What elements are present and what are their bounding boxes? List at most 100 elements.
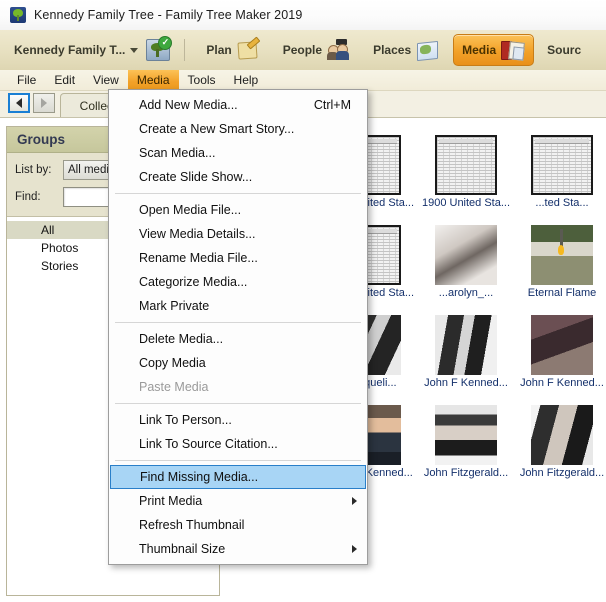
menu-item-copy-media[interactable]: Copy Media (109, 351, 367, 375)
menu-item-label: Mark Private (139, 299, 209, 313)
media-item[interactable]: ...ted Sta... (514, 122, 606, 212)
menu-item-print-media[interactable]: Print Media (109, 489, 367, 513)
media-caption: John Fitzgerald... (424, 467, 508, 480)
find-label: Find: (15, 191, 63, 203)
application-window: Kennedy Family Tree - Family Tree Maker … (0, 0, 606, 602)
menu-item-open-media-file[interactable]: Open Media File... (109, 198, 367, 222)
media-item[interactable]: John Fitzgerald... (514, 392, 606, 482)
menu-item-label: Thumbnail Size (139, 542, 225, 556)
menu-item-label: Print Media (139, 494, 202, 508)
media-dropdown-menu: Add New Media... Ctrl+M Create a New Sma… (108, 89, 368, 565)
media-caption: John F Kenned... (424, 377, 508, 390)
menu-media[interactable]: Media (128, 70, 179, 90)
plan-icon (237, 39, 261, 61)
menu-separator (115, 193, 361, 194)
media-item[interactable]: John Fitzgerald... (418, 392, 514, 482)
nav-label-plan: Plan (206, 43, 231, 57)
media-item[interactable]: ...arolyn_... (418, 212, 514, 302)
media-item[interactable]: John F Kenned... (514, 302, 606, 392)
menu-item-label: Delete Media... (139, 332, 223, 346)
toolbar-divider (184, 39, 185, 61)
menu-item-label: Paste Media (139, 380, 208, 394)
menu-item-refresh-thumbnail[interactable]: Refresh Thumbnail (109, 513, 367, 537)
tree-selector[interactable]: Kennedy Family T... (14, 43, 138, 57)
menu-item-label: Link To Person... (139, 413, 232, 427)
menu-edit[interactable]: Edit (45, 70, 84, 90)
menu-item-paste-media: Paste Media (109, 375, 367, 399)
back-arrow-icon[interactable] (8, 93, 30, 113)
menu-item-label: Refresh Thumbnail (139, 518, 244, 532)
menu-item-link-to-person[interactable]: Link To Person... (109, 408, 367, 432)
nav-button-plan[interactable]: Plan (197, 34, 269, 66)
forward-arrow-icon[interactable] (33, 93, 55, 113)
family-tree-icon (10, 7, 26, 23)
menu-item-delete-media[interactable]: Delete Media... (109, 327, 367, 351)
menu-item-thumbnail-size[interactable]: Thumbnail Size (109, 537, 367, 561)
menu-item-find-missing-media[interactable]: Find Missing Media... (110, 465, 366, 489)
menu-item-label: Add New Media... (139, 98, 238, 112)
media-caption: ...arolyn_... (439, 287, 493, 300)
media-caption: ...ted Sta... (535, 197, 588, 210)
media-caption: Eternal Flame (528, 287, 596, 300)
menu-item-link-to-source-citation[interactable]: Link To Source Citation... (109, 432, 367, 456)
menu-item-label: Find Missing Media... (140, 470, 258, 484)
media-item[interactable]: Eternal Flame (514, 212, 606, 302)
media-thumbnail (435, 315, 497, 375)
submenu-arrow-icon (352, 497, 357, 505)
menu-item-shortcut: Ctrl+M (314, 98, 357, 112)
menu-item-label: Link To Source Citation... (139, 437, 278, 451)
media-item[interactable]: 1900 United Sta... (418, 122, 514, 212)
menu-item-scan-media[interactable]: Scan Media... (109, 141, 367, 165)
menu-item-label: Copy Media (139, 356, 206, 370)
submenu-arrow-icon (352, 545, 357, 553)
menu-item-label: Open Media File... (139, 203, 241, 217)
menu-tools[interactable]: Tools (179, 70, 225, 90)
menu-item-add-new-media[interactable]: Add New Media... Ctrl+M (109, 93, 367, 117)
groups-title: Groups (17, 132, 65, 147)
menu-item-label: View Media Details... (139, 227, 256, 241)
media-thumbnail (435, 225, 497, 285)
tree-name-label: Kennedy Family T... (14, 43, 125, 57)
menu-item-label: Categorize Media... (139, 275, 247, 289)
menu-item-label: Create Slide Show... (139, 170, 252, 184)
places-icon (416, 39, 440, 61)
nav-button-places[interactable]: Places (364, 34, 449, 66)
tree-sync-status-icon[interactable]: ✓ (146, 39, 170, 61)
menu-file[interactable]: File (8, 70, 45, 90)
nav-label-people: People (283, 43, 322, 57)
list-by-label: List by: (15, 164, 63, 176)
menu-bar: File Edit View Media Tools Help (0, 70, 606, 91)
nav-button-media[interactable]: Media (453, 34, 534, 66)
nav-button-sources[interactable]: Sourc (538, 34, 590, 66)
menu-item-label: Scan Media... (139, 146, 215, 160)
media-icon (501, 39, 525, 61)
media-caption: John Fitzgerald... (520, 467, 604, 480)
menu-item-rename-media-file[interactable]: Rename Media File... (109, 246, 367, 270)
menu-item-create-slide-show[interactable]: Create Slide Show... (109, 165, 367, 189)
media-thumbnail (531, 225, 593, 285)
media-caption: 1900 United Sta... (422, 197, 510, 210)
nav-label-places: Places (373, 43, 411, 57)
menu-item-mark-private[interactable]: Mark Private (109, 294, 367, 318)
menu-help[interactable]: Help (225, 70, 268, 90)
nav-label-sources: Sourc (547, 43, 581, 57)
menu-view[interactable]: View (84, 70, 128, 90)
ribbon-toolbar: Kennedy Family T... ✓ Plan People Places… (0, 30, 606, 71)
menu-separator (115, 322, 361, 323)
title-bar: Kennedy Family Tree - Family Tree Maker … (0, 0, 606, 31)
window-title: Kennedy Family Tree - Family Tree Maker … (34, 8, 302, 22)
people-icon (327, 39, 351, 61)
menu-item-view-media-details[interactable]: View Media Details... (109, 222, 367, 246)
media-thumbnail (531, 315, 593, 375)
media-item[interactable]: John F Kenned... (418, 302, 514, 392)
menu-item-categorize-media[interactable]: Categorize Media... (109, 270, 367, 294)
media-thumbnail (435, 135, 497, 195)
media-caption: John F Kenned... (520, 377, 604, 390)
menu-item-label: Rename Media File... (139, 251, 258, 265)
menu-item-create-smart-story[interactable]: Create a New Smart Story... (109, 117, 367, 141)
media-thumbnail (435, 405, 497, 465)
navigation-arrows (8, 93, 55, 113)
nav-button-people[interactable]: People (274, 34, 360, 66)
chevron-down-icon[interactable] (130, 48, 138, 53)
menu-item-label: Create a New Smart Story... (139, 122, 294, 136)
